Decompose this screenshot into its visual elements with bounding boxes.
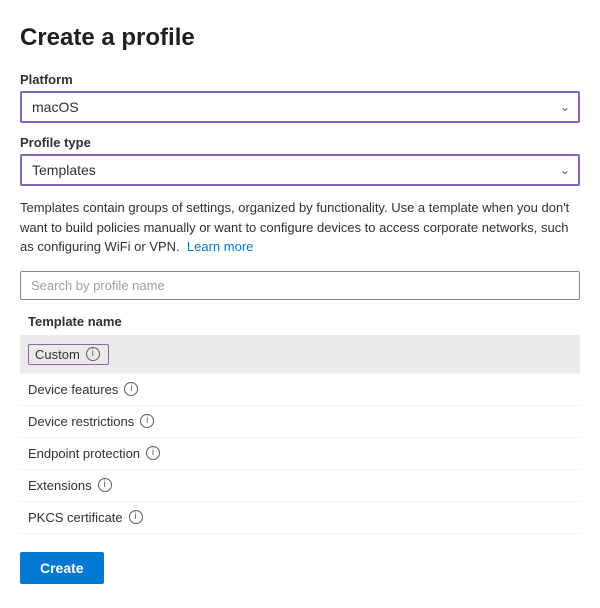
info-icon[interactable]: i [86,347,100,361]
list-item[interactable]: Endpoint protection i [20,438,580,470]
item-name: Endpoint protection [28,446,140,461]
list-item[interactable]: Device features i [20,374,580,406]
selected-item-box: Custom i [28,344,109,365]
item-name: PKCS certificate [28,510,123,525]
learn-more-link[interactable]: Learn more [187,239,253,254]
page-title: Create a profile [20,24,580,52]
platform-select[interactable]: macOS Windows 10 and later iOS/iPadOS An… [20,91,580,123]
profile-type-field-group: Profile type Templates Settings catalog … [20,135,580,186]
info-icon[interactable]: i [140,414,154,428]
search-input[interactable] [20,271,580,300]
info-icon[interactable]: i [124,382,138,396]
search-wrapper [20,271,580,300]
template-list-header: Template name [20,308,580,336]
item-name: Device features [28,382,118,397]
profile-type-select-wrapper: Templates Settings catalog ⌄ [20,154,580,186]
info-icon[interactable]: i [146,446,160,460]
template-list: Custom i Device features i Device restri… [20,336,580,534]
info-icon[interactable]: i [129,510,143,524]
create-button[interactable]: Create [20,552,104,584]
item-name: Custom [35,347,80,362]
item-name: Extensions [28,478,92,493]
profile-type-label: Profile type [20,135,580,150]
item-name: Device restrictions [28,414,134,429]
profile-type-select[interactable]: Templates Settings catalog [20,154,580,186]
list-item[interactable]: PKCS certificate i [20,502,580,534]
platform-select-wrapper: macOS Windows 10 and later iOS/iPadOS An… [20,91,580,123]
description-text: Templates contain groups of settings, or… [20,198,580,257]
platform-label: Platform [20,72,580,87]
list-item[interactable]: Device restrictions i [20,406,580,438]
list-item[interactable]: Extensions i [20,470,580,502]
list-item[interactable]: Custom i [20,336,580,374]
platform-field-group: Platform macOS Windows 10 and later iOS/… [20,72,580,123]
info-icon[interactable]: i [98,478,112,492]
